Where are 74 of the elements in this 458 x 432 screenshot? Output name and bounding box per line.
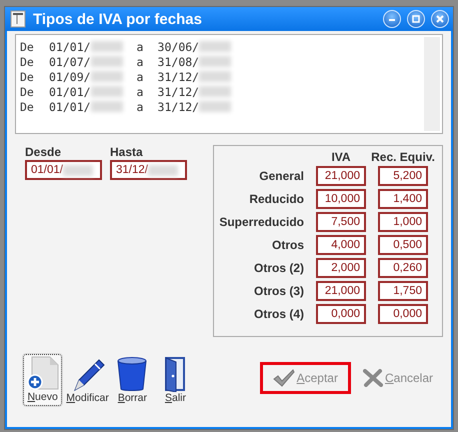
period-date: 01/07/ — [49, 54, 91, 68]
period-label: a — [136, 54, 144, 68]
date-label: Hasta — [110, 145, 144, 159]
redaction-blur — [199, 56, 232, 67]
rate-field[interactable]: 1,750 — [378, 281, 428, 301]
date-field[interactable]: 31/12/ — [110, 160, 187, 180]
redaction-blur — [90, 101, 123, 112]
period-label: De — [20, 54, 35, 68]
cross-icon — [362, 369, 383, 387]
rate-field[interactable]: 0,000 — [316, 304, 366, 324]
period-date: 01/01/ — [49, 84, 91, 98]
rate-label: Otros — [270, 238, 304, 252]
period-date: 31/12/ — [158, 70, 200, 84]
period-label: a — [136, 70, 144, 84]
column-header: IVA — [331, 150, 351, 164]
redaction-blur — [90, 41, 123, 52]
rate-field[interactable]: 4,000 — [316, 235, 366, 255]
period-date: 31/12/ — [158, 100, 200, 114]
rate-label: Superreducido — [218, 215, 304, 229]
redaction-blur — [199, 86, 232, 97]
rate-field[interactable]: 1,400 — [378, 189, 428, 209]
maximize-button[interactable] — [407, 10, 425, 28]
close-button[interactable] — [431, 10, 449, 28]
period-date: 31/12/ — [158, 84, 200, 98]
period-date: 31/08/ — [158, 54, 200, 68]
redaction-blur — [148, 164, 178, 176]
redaction-blur — [90, 71, 123, 82]
rate-label: General — [258, 169, 304, 183]
date-field[interactable]: 01/01/ — [25, 160, 102, 180]
toolbar-button[interactable]: Nuevo — [23, 354, 62, 406]
rate-field[interactable]: 21,000 — [316, 281, 366, 301]
rate-label: Otros (3) — [252, 284, 304, 298]
period-date: 01/01/ — [49, 40, 91, 54]
redaction-blur — [90, 86, 123, 97]
maximize-icon — [412, 15, 420, 23]
rate-field[interactable]: 7,500 — [316, 212, 366, 232]
column-header: Rec. Equiv. — [371, 150, 435, 164]
rate-field[interactable]: 1,000 — [378, 212, 428, 232]
period-label: a — [136, 100, 144, 114]
period-label: De — [20, 70, 35, 84]
rate-field[interactable]: 21,000 — [316, 166, 366, 186]
rate-label: Reducido — [248, 192, 304, 206]
toolbar-button[interactable]: Salir — [156, 354, 196, 406]
trash-bin-icon — [115, 356, 150, 392]
redaction-blur — [199, 71, 232, 82]
rate-label: Otros (4) — [252, 307, 304, 321]
redaction-blur — [199, 41, 232, 52]
redaction-blur — [62, 164, 93, 176]
rate-field[interactable]: 10,000 — [316, 189, 366, 209]
minimize-button[interactable] — [383, 10, 401, 28]
toolbar-button[interactable]: Borrar — [112, 354, 152, 406]
close-icon — [436, 15, 444, 23]
new-document-icon — [26, 355, 60, 391]
period-label: De — [20, 40, 35, 54]
period-label: De — [20, 84, 35, 98]
window-title: Tipos de IVA por fechas — [33, 10, 203, 28]
toolbar-button[interactable]: Modificar — [66, 354, 109, 406]
rate-field[interactable]: 0,000 — [378, 304, 428, 324]
redaction-blur — [199, 101, 232, 112]
period-date: 01/01/ — [49, 100, 91, 114]
period-label: De — [20, 100, 35, 114]
rate-field[interactable]: 0,500 — [378, 235, 428, 255]
period-label: a — [136, 84, 144, 98]
rate-field[interactable]: 2,000 — [316, 258, 366, 278]
date-label: Desde — [25, 145, 62, 159]
rate-field[interactable]: 0,260 — [378, 258, 428, 278]
rate-field[interactable]: 5,200 — [378, 166, 428, 186]
period-label: a — [136, 40, 144, 54]
period-date: 30/06/ — [158, 40, 200, 54]
window-app-icon — [9, 10, 27, 28]
checkmark-icon — [272, 369, 295, 387]
redaction-blur — [90, 56, 123, 67]
rate-label: Otros (2) — [252, 261, 304, 275]
period-date: 01/09/ — [49, 70, 91, 84]
